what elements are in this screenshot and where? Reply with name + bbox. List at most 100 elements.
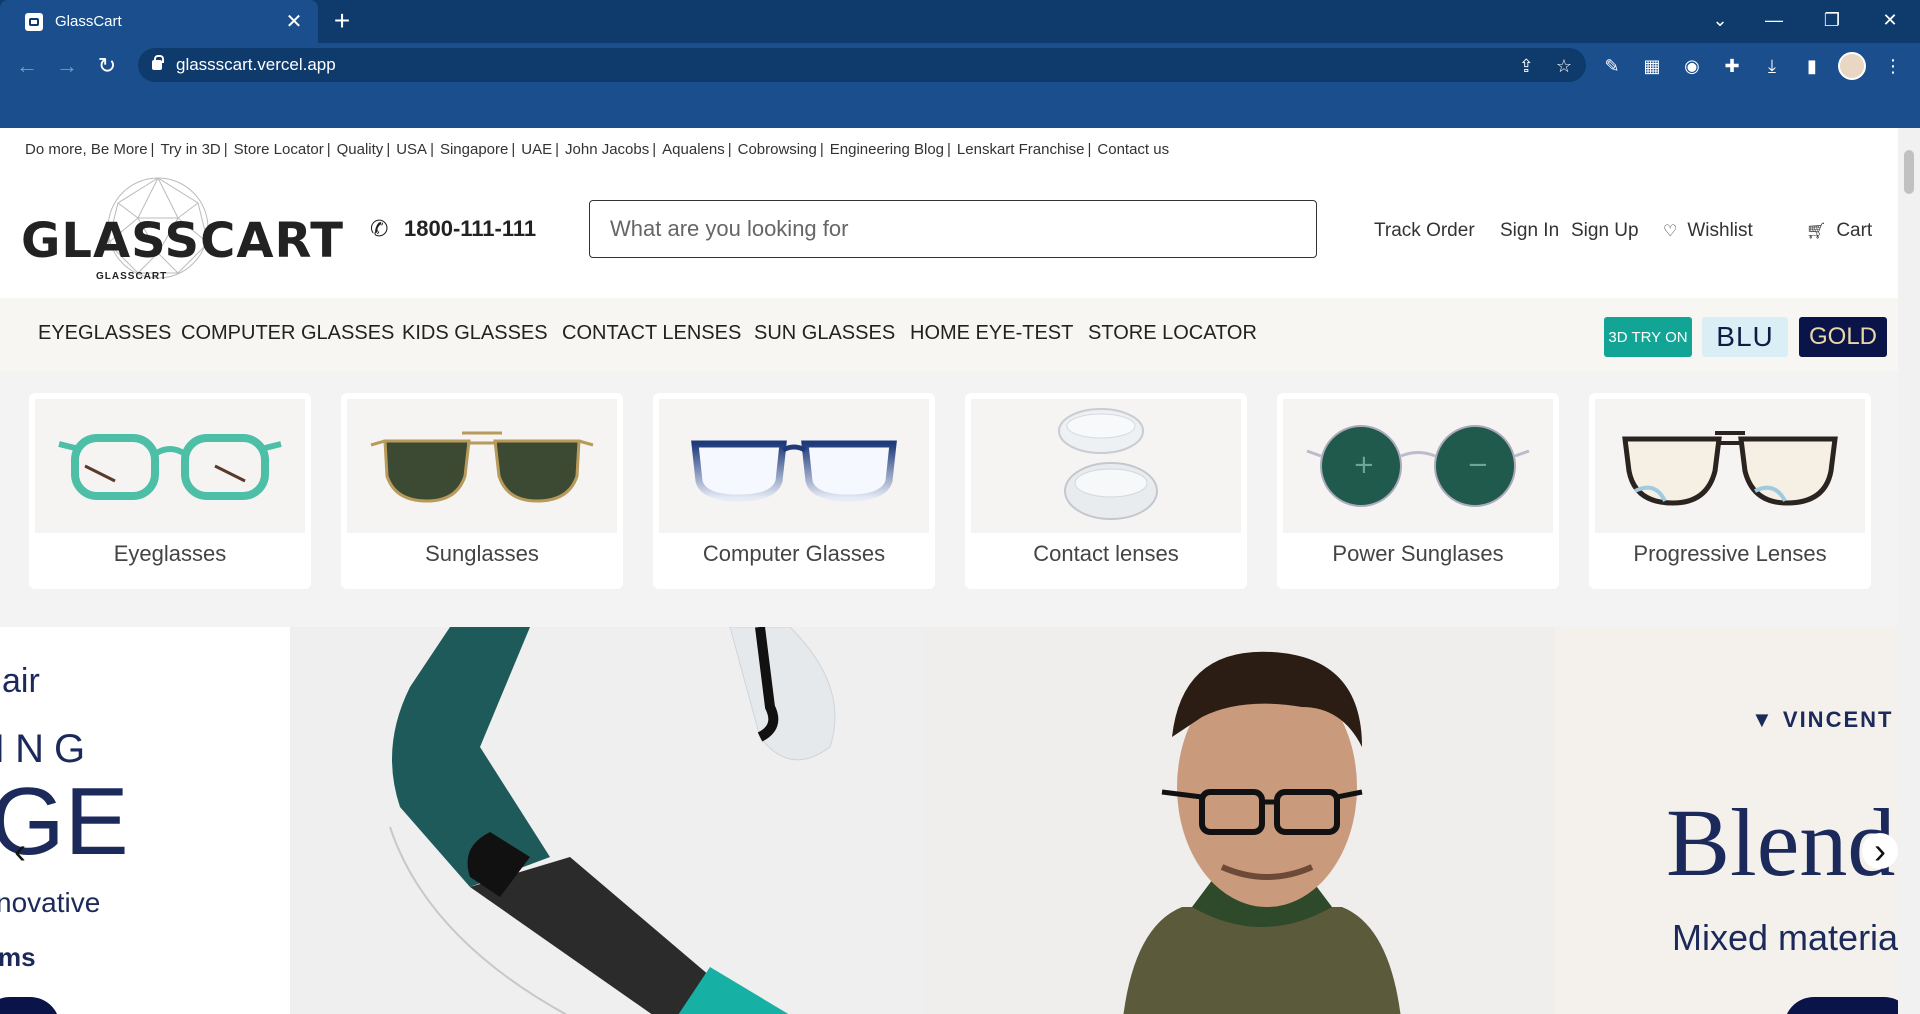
heart-icon: ♡ [1663,223,1678,240]
top-link[interactable]: Engineering Blog [830,141,944,158]
color-extension-icon[interactable]: ◉ [1681,55,1703,77]
blu-button[interactable]: BLU [1702,317,1788,357]
link-separator: | [555,141,560,158]
new-tab-button[interactable]: + [326,7,358,35]
browser-toolbar: ← → ↻ glassscart.vercel.app ⇪ ☆ ✎ ▦ ◉ ✚ … [0,43,1920,87]
slide-glasses-closeup[interactable] [290,627,922,1014]
top-link[interactable]: Singapore [440,141,508,158]
browser-bar-extension [0,87,1920,128]
phone-number[interactable]: ✆ 1800-111-111 [370,216,536,242]
favicon-icon [25,12,43,31]
3d-try-on-button[interactable]: 3D TRY ON [1604,317,1692,357]
sign-up-link[interactable]: Sign Up [1571,220,1639,242]
card-label: Eyeglasses [113,541,227,566]
top-link[interactable]: Cobrowsing [738,141,817,158]
computer-glasses-image [659,399,929,533]
reload-icon[interactable]: ↻ [92,51,122,81]
category-card-computer-glasses[interactable]: Computer Glasses [653,393,935,589]
category-card-progressive-lenses[interactable]: Progressive Lenses [1589,393,1871,589]
top-link[interactable]: John Jacobs [565,141,649,158]
sign-in-link[interactable]: Sign In [1500,220,1559,242]
share-icon[interactable]: ⇪ [1519,56,1534,77]
minimize-button[interactable]: — [1752,0,1796,40]
page-scrollbar[interactable] [1898,128,1920,1014]
address-bar[interactable]: glassscart.vercel.app ⇪ ☆ [138,48,1586,82]
brand-name: VINCENT [1782,707,1894,732]
nav-eyeglasses[interactable]: EYEGLASSES [38,322,171,345]
svg-text:+: + [1353,450,1375,480]
link-separator: | [947,141,951,158]
nav-computer-glasses[interactable]: COMPUTER GLASSES [181,322,394,345]
gold-button[interactable]: GOLD [1799,317,1887,357]
link-separator: | [511,141,516,158]
calendar-extension-icon[interactable]: ▦ [1641,55,1663,77]
top-link[interactable]: USA [396,141,427,158]
wishlist-link[interactable]: ♡ Wishlist [1663,220,1753,242]
slide-text-2: ING [0,727,96,771]
side-panel-icon[interactable]: ▮ [1801,55,1823,77]
cart-link[interactable]: 🛒︎ Cart [1806,220,1872,242]
lock-icon [152,55,164,70]
browser-tab[interactable]: GlassCart ✕ [0,0,318,43]
top-link[interactable]: Contact us [1097,141,1169,158]
link-separator: | [223,141,228,158]
slide-text-5: ms [0,942,36,972]
category-card-eyeglasses[interactable]: Eyeglasses [29,393,311,589]
vincent-logo-icon: ▼ [1751,707,1783,732]
logo-subtitle: GLASSCART [96,271,168,282]
bookmark-star-icon[interactable]: ☆ [1556,56,1572,77]
card-label: Power Sunglases [1332,541,1504,566]
tab-search-chevron-icon[interactable]: ⌄ [1698,0,1742,40]
top-link[interactable]: Quality [337,141,384,158]
phone-text: 1800-111-111 [404,216,537,241]
slide-cta-button-right[interactable] [1784,997,1898,1014]
slide-left-partial[interactable]: air ING GE novative ms [0,627,290,1014]
logo-wordmark: GLASSCART [21,213,345,269]
nav-store-locator[interactable]: STORE LOCATOR [1088,322,1257,345]
carousel-next-icon[interactable]: › [1862,830,1898,871]
download-icon[interactable]: ⤓ [1761,55,1783,77]
top-link[interactable]: Store Locator [234,141,324,158]
category-card-power-sunglasses[interactable]: + − Power Sunglases [1277,393,1559,589]
category-card-sunglasses[interactable]: Sunglasses [341,393,623,589]
slide-cta-button[interactable] [0,997,60,1014]
nav-kids-glasses[interactable]: KIDS GLASSES [402,322,548,345]
profile-avatar[interactable] [1838,52,1866,80]
contact-lenses-image [971,399,1241,533]
back-icon[interactable]: ← [12,51,42,81]
close-window-button[interactable]: ✕ [1868,0,1912,40]
card-label: Sunglasses [425,541,539,566]
carousel-prev-icon[interactable]: ‹ [2,830,38,871]
phone-icon: ✆ [370,216,389,241]
svg-text:−: − [1467,450,1489,480]
slide-vincent-chase[interactable]: ▼ VINCENT Blend Mixed material [1554,627,1898,1014]
top-link[interactable]: Aqualens [662,141,725,158]
scrollbar-thumb[interactable] [1904,150,1914,194]
close-tab-icon[interactable]: ✕ [284,12,304,32]
card-label: Computer Glasses [702,541,886,566]
nav-contact-lenses[interactable]: CONTACT LENSES [562,322,741,345]
category-card-contact-lenses[interactable]: Contact lenses [965,393,1247,589]
slide-model[interactable] [922,627,1554,1014]
top-link[interactable]: Do more, Be More [25,141,148,158]
card-label: Progressive Lenses [1633,541,1827,566]
track-order-link[interactable]: Track Order [1374,220,1475,242]
slide-subhead: Mixed material [1672,917,1898,958]
brand-wrap: ▼ VINCENT [1751,707,1893,733]
power-sunglasses-image: + − [1283,399,1553,533]
forward-icon[interactable]: → [52,51,82,81]
top-link[interactable]: UAE [521,141,552,158]
search-input[interactable] [589,200,1317,258]
maximize-button[interactable]: ❐ [1810,0,1854,40]
site-logo[interactable]: GLASSCART GLASSCART [18,173,343,283]
menu-kebab-icon[interactable]: ⋮ [1882,55,1904,77]
nav-home-eye-test[interactable]: HOME EYE-TEST [910,322,1073,345]
pen-extension-icon[interactable]: ✎ [1601,55,1623,77]
top-link[interactable]: Try in 3D [160,141,220,158]
link-separator: | [652,141,657,158]
top-link[interactable]: Lenskart Franchise [957,141,1085,158]
eyeglasses-image [35,399,305,533]
cart-icon: 🛒︎ [1806,223,1827,240]
nav-sun-glasses[interactable]: SUN GLASSES [754,322,895,345]
extensions-puzzle-icon[interactable]: ✚ [1721,55,1743,77]
